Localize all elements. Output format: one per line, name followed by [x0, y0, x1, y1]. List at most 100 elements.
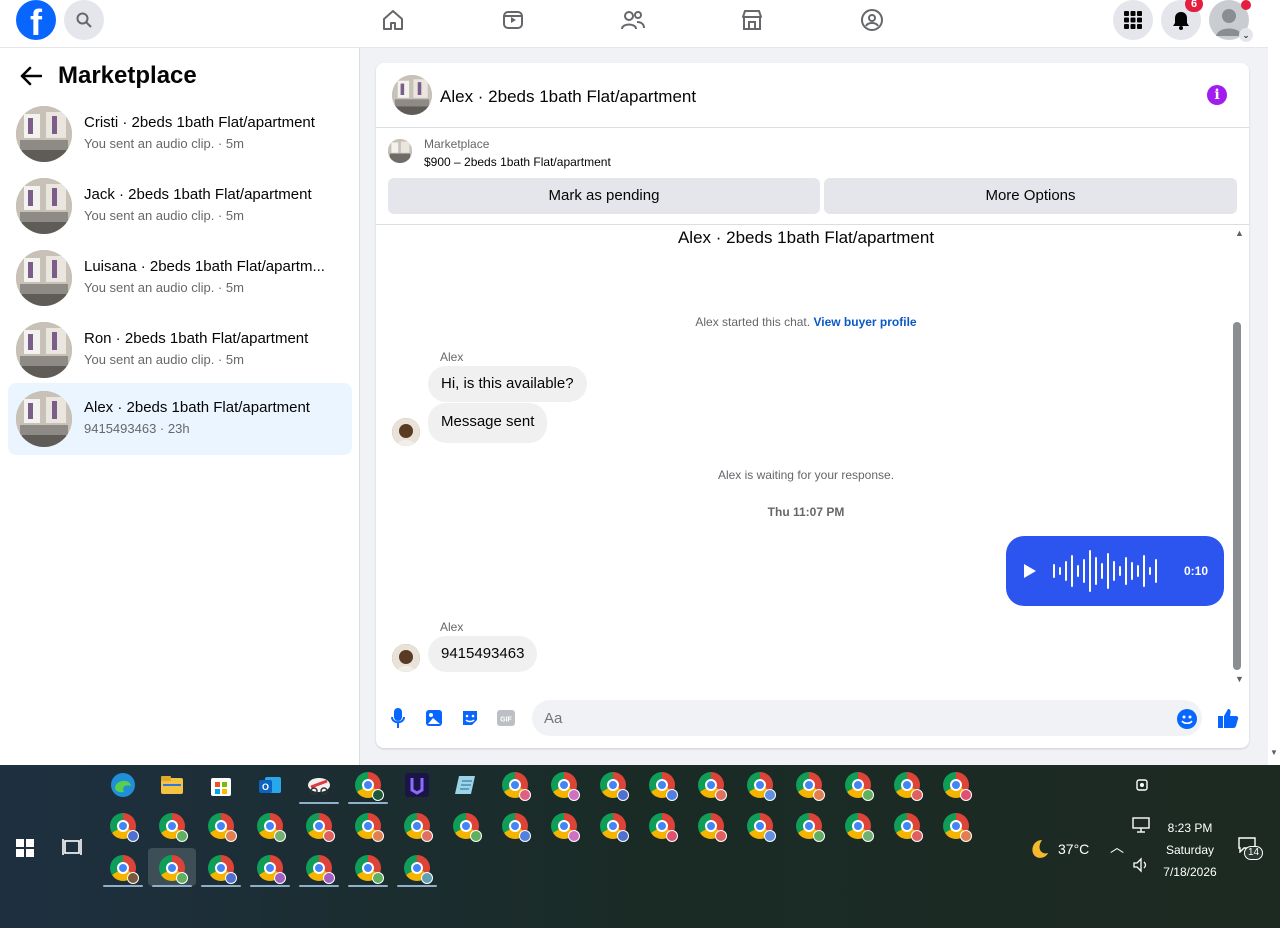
view-buyer-profile-link[interactable]: View buyer profile [813, 315, 916, 329]
chrome-profile-icon[interactable] [796, 813, 825, 842]
scroll-up-arrow-icon[interactable]: ▲ [1235, 228, 1244, 238]
photo-icon[interactable] [424, 708, 444, 728]
chrome-profile-icon[interactable] [796, 772, 825, 801]
chrome-profile-icon[interactable] [894, 772, 923, 801]
sticker-icon[interactable] [460, 708, 480, 728]
chrome-profile-icon[interactable] [649, 813, 678, 842]
search-button[interactable] [64, 0, 104, 40]
chrome-profile-icon[interactable] [845, 772, 874, 801]
thread-scrollbar-thumb[interactable] [1233, 322, 1241, 670]
chrome-profile-icon[interactable] [453, 813, 482, 842]
back-arrow-icon[interactable] [20, 66, 42, 86]
chrome-profile-icon[interactable] [600, 772, 629, 801]
chrome-profile-icon[interactable] [747, 772, 776, 801]
emoji-icon[interactable] [1177, 709, 1197, 729]
chrome-profile-icon[interactable] [306, 855, 335, 884]
chrome-profile-icon[interactable] [551, 772, 580, 801]
file-explorer-icon[interactable] [159, 772, 185, 798]
edge-browser-icon[interactable] [110, 772, 136, 798]
chrome-profile-icon[interactable] [257, 813, 286, 842]
facebook-logo[interactable]: f [16, 0, 56, 40]
system-clock[interactable]: 8:23 PM Saturday 7/18/2026 [1150, 817, 1230, 883]
chrome-profile-icon[interactable] [649, 772, 678, 801]
scroll-down-arrow-icon[interactable]: ▼ [1235, 674, 1244, 684]
notifications-button[interactable]: 6 [1161, 0, 1203, 40]
chrome-profile-icon[interactable] [355, 772, 384, 801]
chrome-profile-icon[interactable] [355, 813, 384, 842]
snipping-tool-icon[interactable] [306, 772, 332, 798]
message-bubble[interactable]: Hi, is this available? [428, 366, 587, 402]
chrome-profile-icon[interactable] [894, 813, 923, 842]
chrome-profile-icon[interactable] [208, 855, 237, 884]
microsoft-store-icon[interactable] [208, 772, 234, 798]
groups-icon[interactable] [852, 4, 892, 36]
chrome-profile-icon[interactable] [404, 813, 433, 842]
notification-center[interactable]: 14 [1238, 837, 1264, 860]
conversation-name: Alex · 2beds 1bath Flat/apartment [84, 399, 310, 416]
info-icon[interactable]: i [1207, 85, 1227, 105]
notepad-icon[interactable] [453, 772, 479, 798]
chat-title[interactable]: Alex · 2beds 1bath Flat/apartment [440, 87, 696, 107]
chrome-profile-icon[interactable] [943, 772, 972, 801]
more-options-button[interactable]: More Options [824, 178, 1237, 214]
message-input[interactable] [532, 700, 1202, 736]
camera-tray-icon[interactable] [1134, 777, 1150, 793]
task-view-icon[interactable] [62, 837, 82, 857]
audio-message[interactable]: 0:10 [1006, 536, 1224, 606]
chat-started-text: Alex started this chat. [695, 315, 811, 329]
sender-avatar[interactable] [392, 418, 420, 446]
windows-start-icon[interactable] [16, 839, 34, 857]
conversation-item[interactable]: Ron · 2beds 1bath Flat/apartment You sen… [8, 314, 352, 386]
running-indicator [299, 885, 339, 887]
chrome-profile-icon[interactable] [306, 813, 335, 842]
chrome-profile-icon[interactable] [600, 813, 629, 842]
chrome-profile-icon[interactable] [502, 813, 531, 842]
video-icon[interactable] [493, 4, 533, 36]
message-composer: GIF [376, 686, 1249, 748]
mark-pending-button[interactable]: Mark as pending [388, 178, 820, 214]
sender-avatar[interactable] [392, 644, 420, 672]
chrome-profile-icon[interactable] [404, 855, 433, 884]
chrome-profile-icon[interactable] [698, 772, 727, 801]
chrome-profile-icon[interactable] [257, 855, 286, 884]
account-button[interactable]: ⌄ [1209, 0, 1253, 42]
message-bubble[interactable]: Message sent [428, 403, 548, 443]
conversation-item[interactable]: Jack · 2beds 1bath Flat/apartment You se… [8, 170, 352, 242]
conversation-item[interactable]: Cristi · 2beds 1bath Flat/apartment You … [8, 98, 352, 170]
chrome-profile-icon[interactable] [159, 813, 188, 842]
outlook-icon[interactable]: O [257, 772, 283, 798]
microphone-icon[interactable] [388, 708, 408, 728]
chevron-down-icon: ⌄ [1239, 28, 1253, 42]
chrome-profile-icon[interactable] [943, 813, 972, 842]
menu-button[interactable] [1113, 0, 1153, 40]
friends-icon[interactable] [613, 4, 653, 36]
chrome-profile-icon[interactable] [208, 813, 237, 842]
listing-avatar[interactable] [392, 75, 432, 115]
weather-widget[interactable]: 37°C [1026, 837, 1089, 861]
chrome-profile-icon[interactable] [110, 855, 139, 884]
play-icon[interactable] [1024, 564, 1036, 578]
chevron-up-icon[interactable]: ︿ [1110, 837, 1124, 857]
scroll-down-arrow-icon[interactable]: ▼ [1270, 748, 1278, 757]
chrome-profile-icon[interactable] [845, 813, 874, 842]
chrome-profile-icon[interactable] [551, 813, 580, 842]
gif-icon[interactable]: GIF [496, 708, 516, 728]
marketplace-icon[interactable] [732, 4, 772, 36]
chrome-profile-icon[interactable] [159, 855, 188, 884]
conversation-item[interactable]: Luisana · 2beds 1bath Flat/apartm... You… [8, 242, 352, 314]
chrome-profile-icon[interactable] [698, 813, 727, 842]
listing-bar: Marketplace $900 – 2beds 1bath Flat/apar… [376, 129, 1249, 225]
network-icon[interactable] [1132, 817, 1150, 833]
page-scrollbar[interactable]: ▼ [1268, 0, 1280, 765]
listing-price-title[interactable]: $900 – 2beds 1bath Flat/apartment [424, 155, 611, 169]
message-bubble[interactable]: 9415493463 [428, 636, 538, 672]
app-icon-purple[interactable] [404, 772, 430, 798]
thumbs-up-icon[interactable] [1216, 706, 1240, 730]
chrome-profile-icon[interactable] [110, 813, 139, 842]
volume-icon[interactable] [1132, 857, 1150, 873]
chrome-profile-icon[interactable] [747, 813, 776, 842]
chrome-profile-icon[interactable] [355, 855, 384, 884]
chrome-profile-icon[interactable] [502, 772, 531, 801]
conversation-item-active[interactable]: Alex · 2beds 1bath Flat/apartment 941549… [8, 383, 352, 455]
home-icon[interactable] [373, 4, 413, 36]
